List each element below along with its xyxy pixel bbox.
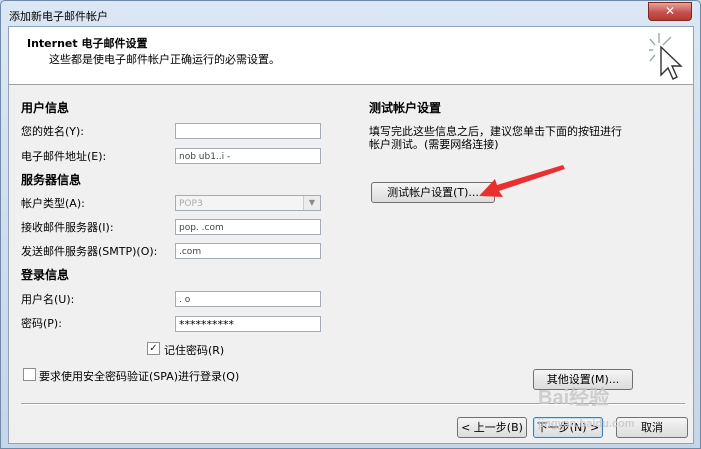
incoming-server-input[interactable]: pop. .com: [175, 219, 321, 235]
test-settings-heading: 测试帐户设置: [369, 101, 442, 115]
title-bar[interactable]: 添加新电子邮件帐户 ✕: [1, 1, 700, 27]
username-label: 用户名(U):: [21, 293, 75, 306]
account-type-label: 帐户类型(A):: [21, 197, 85, 210]
window-title: 添加新电子邮件帐户: [9, 10, 108, 23]
password-label: 密码(P):: [21, 317, 62, 330]
account-type-value: POP3: [179, 199, 203, 209]
password-input[interactable]: **********: [175, 316, 321, 332]
watermark-suffix: 经验: [569, 387, 610, 409]
header-subtitle: 这些都是使电子邮件帐户正确运行的必需设置。: [49, 53, 280, 66]
baidu-watermark: Bai经验 jingyan.baidu.com: [538, 381, 635, 433]
email-input[interactable]: nob ub1..i -: [175, 148, 321, 164]
close-button[interactable]: ✕: [648, 2, 692, 21]
watermark-brand: Bai: [538, 387, 570, 409]
spa-checkbox[interactable]: [23, 368, 36, 381]
incoming-server-label: 接收邮件服务器(I):: [21, 221, 114, 234]
name-label: 您的姓名(Y):: [21, 125, 85, 138]
checkmark-icon: ✓: [149, 343, 158, 354]
watermark-url: jingyan.baidu.com: [538, 418, 635, 430]
outgoing-server-input[interactable]: .com: [175, 243, 321, 259]
email-label: 电子邮件地址(E):: [21, 150, 107, 163]
server-info-heading: 服务器信息: [21, 173, 82, 187]
name-input[interactable]: [175, 123, 321, 139]
close-icon: ✕: [664, 4, 676, 18]
outgoing-server-label: 发送邮件服务器(SMTP)(O):: [21, 245, 158, 258]
spa-label: 要求使用安全密码验证(SPA)进行登录(Q): [39, 370, 240, 383]
username-input[interactable]: . o: [175, 291, 321, 307]
user-info-heading: 用户信息: [21, 101, 70, 115]
chevron-down-icon: ▼: [303, 196, 320, 210]
remember-password-checkbox[interactable]: ✓: [147, 342, 160, 355]
remember-password-label: 记住密码(R): [164, 344, 225, 357]
header-title: Internet 电子邮件设置: [27, 37, 148, 50]
cursor-sparkle-icon: [649, 33, 683, 80]
red-arrow-icon: [479, 165, 565, 197]
wizard-header: Internet 电子邮件设置 这些都是使电子邮件帐户正确运行的必需设置。: [9, 27, 693, 85]
login-info-heading: 登录信息: [21, 268, 70, 282]
back-button[interactable]: < 上一步(B): [457, 417, 527, 438]
dialog-window: 添加新电子邮件帐户 ✕ Internet 电子邮件设置 这些都是使电子邮件帐户正…: [0, 0, 701, 449]
account-type-select[interactable]: POP3 ▼: [175, 195, 321, 211]
